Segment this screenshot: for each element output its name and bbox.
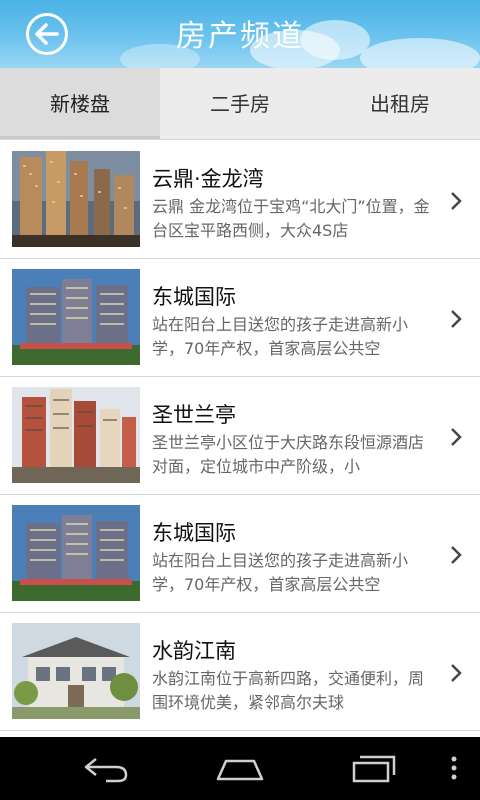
recent-apps-icon[interactable] (350, 751, 398, 785)
property-description: 圣世兰亭小区位于大庆路东段恒源酒店对面，定位城市中产阶级，小 (152, 433, 425, 476)
list-item[interactable]: 云鼎·金龙湾 云鼎 金龙湾位于宝鸡“北大门”位置，金台区宝平路西侧，大众4S店 (0, 141, 480, 259)
property-description: 水韵江南位于高新四路，交通便利，周围环境优美，紧邻高尔夫球 (152, 669, 425, 712)
chevron-right-icon (451, 546, 462, 564)
property-description: 站在阳台上目送您的孩子走进高新小学，70年产权，首家高层公共空 (152, 551, 409, 594)
property-description: 站在阳台上目送您的孩子走进高新小学，70年产权，首家高层公共空 (152, 315, 409, 358)
list-item[interactable]: 圣世兰亭 圣世兰亭小区位于大庆路东段恒源酒店对面，定位城市中产阶级，小 (0, 377, 480, 495)
chevron-right-icon (451, 664, 462, 682)
property-name: 东城国际 (152, 521, 236, 545)
back-nav-icon[interactable] (82, 751, 132, 785)
property-list: 云鼎·金龙湾 云鼎 金龙湾位于宝鸡“北大门”位置，金台区宝平路西侧，大众4S店 (0, 141, 480, 737)
tab-second-hand[interactable]: 二手房 (160, 68, 320, 139)
chevron-right-icon (451, 428, 462, 446)
property-thumbnail (12, 151, 140, 247)
tab-rentals[interactable]: 出租房 (320, 68, 480, 139)
list-item[interactable]: 东城国际 站在阳台上目送您的孩子走进高新小学，70年产权，首家高层公共空 (0, 259, 480, 377)
property-thumbnail (12, 505, 140, 601)
property-name: 水韵江南 (152, 639, 236, 663)
property-thumbnail (12, 623, 140, 719)
menu-overflow-icon[interactable] (448, 751, 460, 785)
list-item[interactable]: 水韵江南 水韵江南位于高新四路，交通便利，周围环境优美，紧邻高尔夫球 (0, 613, 480, 731)
home-nav-icon[interactable] (212, 751, 268, 785)
property-thumbnail (12, 269, 140, 365)
tab-new-buildings[interactable]: 新楼盘 (0, 68, 160, 139)
list-item[interactable]: 东城国际 站在阳台上目送您的孩子走进高新小学，70年产权，首家高层公共空 (0, 495, 480, 613)
property-name: 圣世兰亭 (152, 403, 236, 427)
property-description: 云鼎 金龙湾位于宝鸡“北大门”位置，金台区宝平路西侧，大众4S店 (152, 197, 430, 240)
property-name: 云鼎·金龙湾 (152, 167, 264, 191)
chevron-right-icon (451, 192, 462, 210)
page-title: 房产频道 (176, 19, 304, 54)
category-tabs: 新楼盘 二手房 出租房 (0, 68, 480, 140)
system-nav-bar (0, 737, 480, 800)
chevron-right-icon (451, 310, 462, 328)
property-thumbnail (12, 387, 140, 483)
app-header: 房产频道 (0, 0, 480, 68)
property-name: 东城国际 (152, 285, 236, 309)
